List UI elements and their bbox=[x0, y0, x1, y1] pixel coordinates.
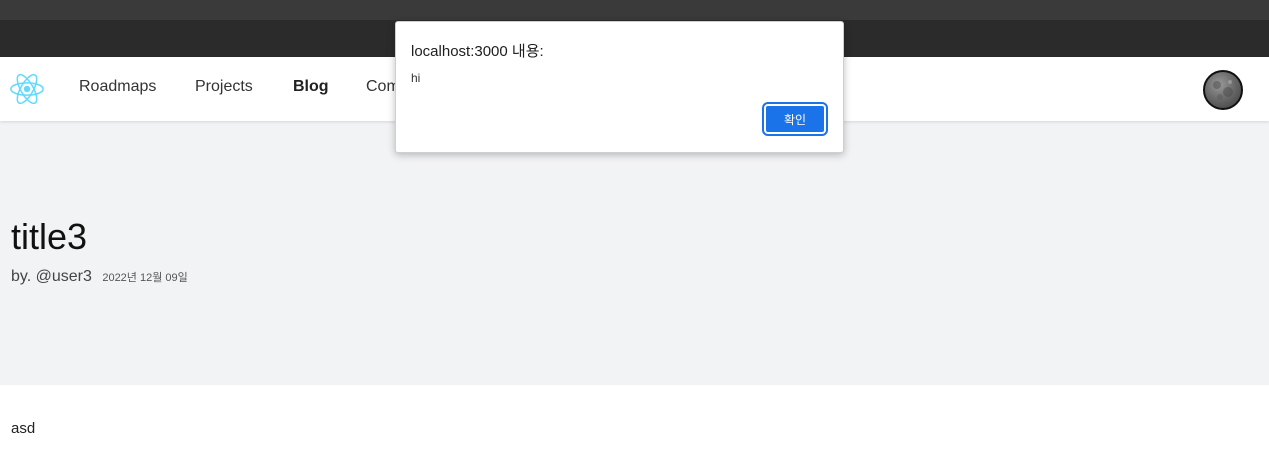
post-date: 2022년 12월 09일 bbox=[102, 272, 188, 284]
user-avatar[interactable] bbox=[1203, 70, 1243, 110]
post-body: asd bbox=[11, 420, 36, 437]
browser-tab-strip bbox=[0, 0, 1269, 20]
post-header: title3 by. @user3 2022년 12월 09일 bbox=[0, 121, 1269, 385]
nav-link-roadmaps[interactable]: Roadmaps bbox=[79, 78, 156, 96]
nav-link-blog[interactable]: Blog bbox=[293, 78, 329, 96]
nav-link-projects[interactable]: Projects bbox=[195, 78, 253, 96]
alert-dialog: localhost:3000 내용: hi 확인 bbox=[395, 21, 844, 153]
react-logo-icon[interactable] bbox=[8, 70, 46, 108]
moon-avatar-icon bbox=[1213, 80, 1233, 100]
alert-title: localhost:3000 내용: bbox=[411, 43, 544, 60]
alert-message: hi bbox=[411, 71, 421, 85]
post-meta: by. @user3 2022년 12월 09일 bbox=[11, 268, 188, 286]
alert-ok-button[interactable]: 확인 bbox=[762, 102, 828, 136]
post-title: title3 bbox=[11, 216, 88, 257]
post-author: by. @user3 bbox=[11, 268, 92, 285]
